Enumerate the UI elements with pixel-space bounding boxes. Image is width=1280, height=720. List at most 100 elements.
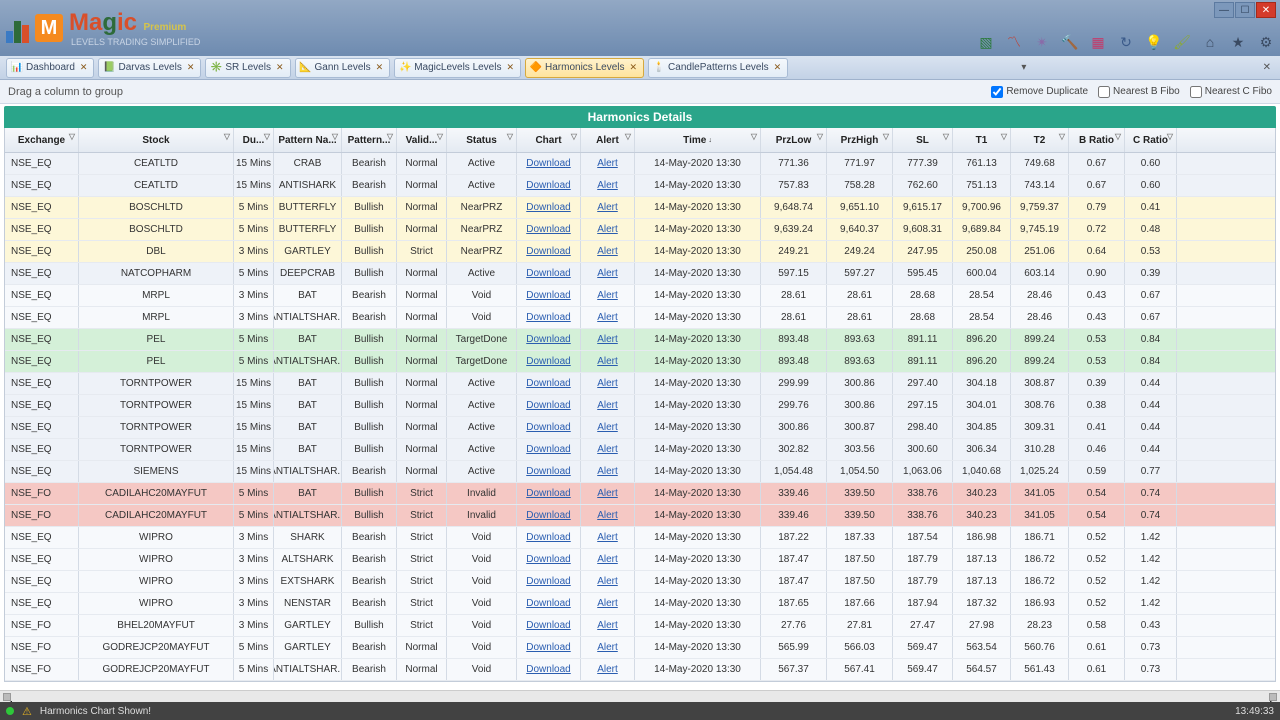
link-tool-icon[interactable]: ✴ (1034, 34, 1050, 50)
col-header-chart[interactable]: Chart▽ (517, 128, 581, 152)
alert-link[interactable]: Alert (597, 444, 618, 455)
brush-tool-icon[interactable]: 🖌 (1174, 34, 1190, 50)
minimize-button[interactable]: — (1214, 2, 1234, 18)
col-header-przlow[interactable]: PrzLow▽ (761, 128, 827, 152)
alert-link[interactable]: Alert (597, 356, 618, 367)
refresh-icon[interactable]: ↻ (1118, 34, 1134, 50)
table-row[interactable]: NSE_EQCEATLTD15 MinsANTISHARKBearishNorm… (5, 175, 1275, 197)
alert-link[interactable]: Alert (597, 510, 618, 521)
filter-icon[interactable]: ▽ (332, 132, 338, 141)
col-header-exchange[interactable]: Exchange▽ (5, 128, 79, 152)
download-link[interactable]: Download (526, 312, 570, 323)
filter-icon[interactable]: ▽ (943, 132, 949, 141)
download-link[interactable]: Download (526, 224, 570, 235)
download-link[interactable]: Download (526, 290, 570, 301)
col-header-sl[interactable]: SL▽ (893, 128, 953, 152)
download-link[interactable]: Download (526, 400, 570, 411)
tab-close-icon[interactable]: ✕ (187, 62, 195, 73)
table-row[interactable]: NSE_EQBOSCHLTD5 MinsBUTTERFLYBullishNorm… (5, 197, 1275, 219)
table-row[interactable]: NSE_FOCADILAHC20MAYFUT5 MinsANTIALTSHAR.… (5, 505, 1275, 527)
filter-icon[interactable]: ▽ (883, 132, 889, 141)
filter-icon[interactable]: ▽ (1115, 132, 1121, 141)
nearest-b-fibo-checkbox[interactable]: Nearest B Fibo (1098, 86, 1180, 98)
alert-link[interactable]: Alert (597, 554, 618, 565)
col-header-t[interactable]: T2▽ (1011, 128, 1069, 152)
col-header-time[interactable]: Time↓▽ (635, 128, 761, 152)
col-header-bratio[interactable]: B Ratio▽ (1069, 128, 1125, 152)
col-header-przhigh[interactable]: PrzHigh▽ (827, 128, 893, 152)
light-tool-icon[interactable]: 💡 (1146, 34, 1162, 50)
nearest-c-fibo-checkbox[interactable]: Nearest C Fibo (1190, 86, 1272, 98)
home-icon[interactable]: ⌂ (1202, 34, 1218, 50)
download-link[interactable]: Download (526, 158, 570, 169)
download-link[interactable]: Download (526, 356, 570, 367)
table-row[interactable]: NSE_EQWIPRO3 MinsSHARKBearishStrictVoidD… (5, 527, 1275, 549)
filter-icon[interactable]: ▽ (1167, 132, 1173, 141)
close-button[interactable]: ✕ (1256, 2, 1276, 18)
tabs-overflow-button[interactable]: ▾ (1018, 62, 1029, 73)
filter-icon[interactable]: ▽ (1059, 132, 1065, 141)
table-row[interactable]: NSE_EQDBL3 MinsGARTLEYBullishStrictNearP… (5, 241, 1275, 263)
alert-link[interactable]: Alert (597, 202, 618, 213)
download-link[interactable]: Download (526, 620, 570, 631)
table-row[interactable]: NSE_EQCEATLTD15 MinsCRABBearishNormalAct… (5, 153, 1275, 175)
alert-link[interactable]: Alert (597, 620, 618, 631)
maximize-button[interactable]: ☐ (1235, 2, 1255, 18)
alert-link[interactable]: Alert (597, 664, 618, 675)
table-row[interactable]: NSE_FOBHEL20MAYFUT3 MinsGARTLEYBullishSt… (5, 615, 1275, 637)
grid-body[interactable]: NSE_EQCEATLTD15 MinsCRABBearishNormalAct… (5, 153, 1275, 681)
alert-link[interactable]: Alert (597, 422, 618, 433)
table-row[interactable]: NSE_EQPEL5 MinsBATBullishNormalTargetDon… (5, 329, 1275, 351)
alert-link[interactable]: Alert (597, 378, 618, 389)
alert-link[interactable]: Alert (597, 290, 618, 301)
col-header-pattern[interactable]: Pattern...▽ (342, 128, 397, 152)
download-link[interactable]: Download (526, 554, 570, 565)
download-link[interactable]: Download (526, 202, 570, 213)
col-header-stock[interactable]: Stock▽ (79, 128, 234, 152)
table-row[interactable]: NSE_EQTORNTPOWER15 MinsBATBullishNormalA… (5, 373, 1275, 395)
table-row[interactable]: NSE_EQTORNTPOWER15 MinsBATBullishNormalA… (5, 395, 1275, 417)
download-link[interactable]: Download (526, 664, 570, 675)
table-row[interactable]: NSE_EQNATCOPHARM5 MinsDEEPCRABBullishNor… (5, 263, 1275, 285)
gear-icon[interactable]: ⚙ (1258, 34, 1274, 50)
download-link[interactable]: Download (526, 268, 570, 279)
star-icon[interactable]: ★ (1230, 34, 1246, 50)
col-header-t[interactable]: T1▽ (953, 128, 1011, 152)
tab-magiclevels-levels[interactable]: ✨MagicLevels Levels✕ (394, 58, 521, 78)
col-header-du[interactable]: Du...▽ (234, 128, 274, 152)
scroll-right-button[interactable]: ▸ (1269, 693, 1277, 701)
alert-link[interactable]: Alert (597, 488, 618, 499)
download-link[interactable]: Download (526, 422, 570, 433)
alert-link[interactable]: Alert (597, 224, 618, 235)
col-header-patternna[interactable]: Pattern Na...▽ (274, 128, 342, 152)
filter-icon[interactable]: ▽ (69, 132, 75, 141)
table-row[interactable]: NSE_EQSIEMENS15 MinsANTIALTSHAR...Bearis… (5, 461, 1275, 483)
filter-icon[interactable]: ▽ (507, 132, 513, 141)
tab-close-icon[interactable]: ✕ (774, 62, 782, 73)
tab-close-icon[interactable]: ✕ (276, 62, 284, 73)
alert-link[interactable]: Alert (597, 312, 618, 323)
filter-icon[interactable]: ▽ (751, 132, 757, 141)
table-row[interactable]: NSE_EQBOSCHLTD5 MinsBUTTERFLYBullishNorm… (5, 219, 1275, 241)
trend-tool-icon[interactable]: 〽 (1006, 34, 1022, 50)
alert-link[interactable]: Alert (597, 158, 618, 169)
remove-duplicate-checkbox[interactable]: Remove Duplicate (991, 86, 1088, 98)
download-link[interactable]: Download (526, 334, 570, 345)
col-header-valid[interactable]: Valid...▽ (397, 128, 447, 152)
alert-link[interactable]: Alert (597, 466, 618, 477)
table-row[interactable]: NSE_EQMRPL3 MinsBATBearishNormalVoidDown… (5, 285, 1275, 307)
tab-dashboard[interactable]: 📊Dashboard✕ (6, 58, 94, 78)
download-link[interactable]: Download (526, 246, 570, 257)
grid-tool-icon[interactable]: ▦ (1090, 34, 1106, 50)
alert-link[interactable]: Alert (597, 268, 618, 279)
tab-close-icon[interactable]: ✕ (376, 62, 384, 73)
tab-close-icon[interactable]: ✕ (630, 62, 638, 73)
download-link[interactable]: Download (526, 444, 570, 455)
tab-candlepatterns-levels[interactable]: 🕯️CandlePatterns Levels✕ (648, 58, 788, 78)
alert-link[interactable]: Alert (597, 180, 618, 191)
filter-icon[interactable]: ▽ (1001, 132, 1007, 141)
download-link[interactable]: Download (526, 598, 570, 609)
hammer-tool-icon[interactable]: 🔨 (1062, 34, 1078, 50)
tabs-close-all-button[interactable]: ✕ (1260, 62, 1274, 73)
filter-icon[interactable]: ▽ (625, 132, 631, 141)
